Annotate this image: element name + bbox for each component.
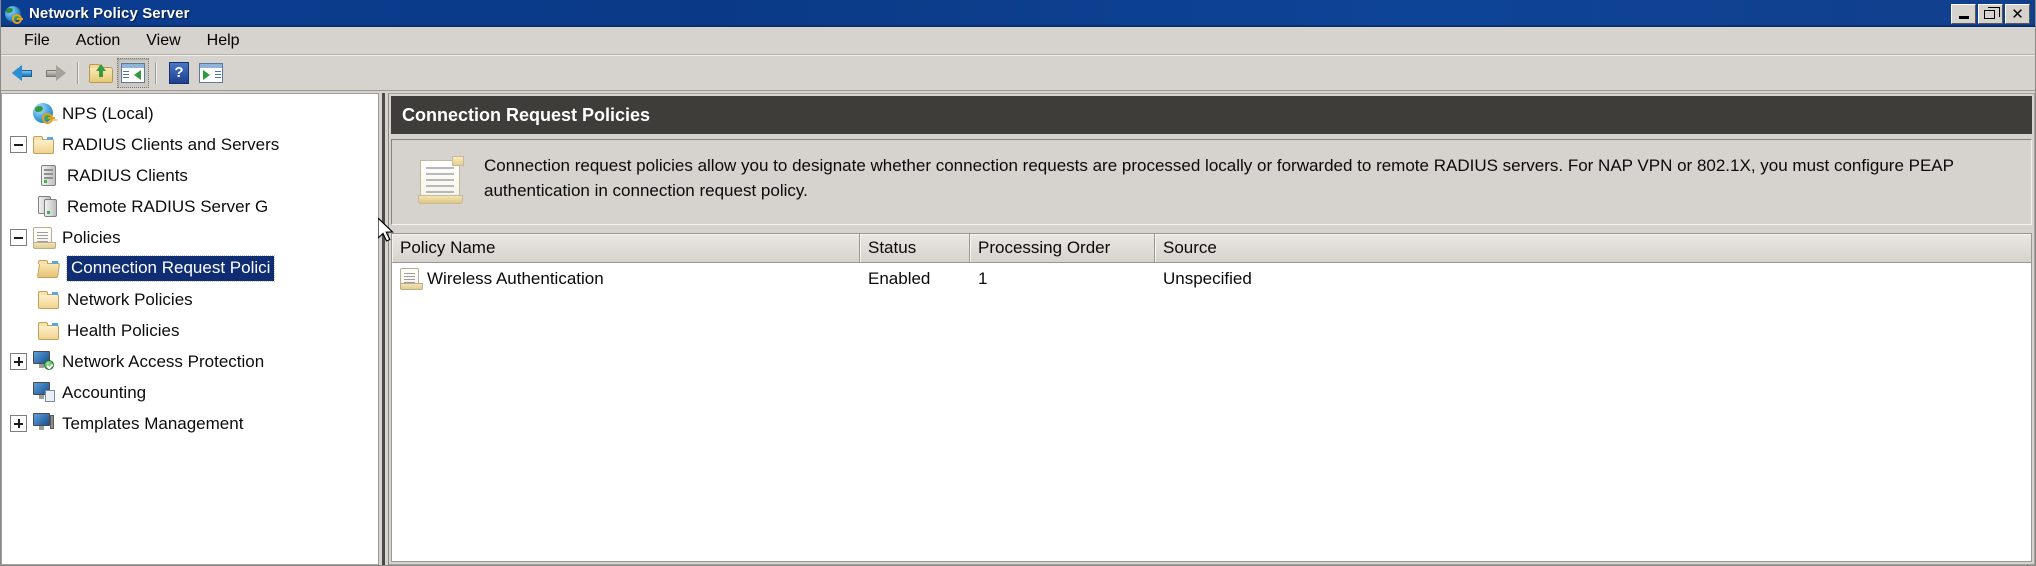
tree-item-policies[interactable]: Policies	[2, 222, 378, 253]
tree-item-label: Health Policies	[67, 320, 180, 340]
cell-policy-name: Wireless Authentication	[392, 267, 860, 290]
back-button[interactable]	[7, 58, 39, 88]
tree-item-templates-management[interactable]: Templates Management	[2, 408, 378, 439]
tree-item-label: RADIUS Clients	[67, 165, 188, 185]
tree-item-radius-clients-and-servers[interactable]: RADIUS Clients and Servers	[2, 129, 378, 160]
show-hide-console-tree-button[interactable]	[117, 57, 149, 88]
page-title: Connection Request Policies	[391, 96, 2032, 134]
tree-item-label: Network Access Protection	[62, 351, 265, 371]
tree-item-nps-local[interactable]: NPS (Local)	[2, 98, 378, 129]
menu-file[interactable]: File	[11, 30, 63, 52]
server-icon	[38, 164, 60, 187]
question-mark-icon: ?	[169, 61, 189, 84]
up-folder-icon	[89, 63, 113, 83]
collapse-toggle-icon[interactable]	[10, 136, 27, 153]
toolbar-separator-1	[77, 61, 79, 84]
cell-processing-order: 1	[978, 268, 988, 288]
collapse-toggle-icon[interactable]	[10, 229, 27, 246]
policy-scroll-icon	[418, 156, 464, 206]
cell-status: Enabled	[868, 268, 931, 288]
console-tree[interactable]: NPS (Local) RADIUS Clients and Servers R…	[1, 93, 378, 565]
open-folder-icon	[36, 258, 61, 280]
table-row[interactable]: Wireless Authentication Enabled 1 Unspec…	[392, 263, 2031, 294]
tree-item-label: Policies	[62, 227, 121, 247]
menu-action[interactable]: Action	[63, 30, 133, 52]
details-pane: Connection Request Policies Connection r…	[389, 93, 2035, 565]
column-header-policy-name[interactable]: Policy Name	[392, 234, 860, 262]
description-text: Connection request policies allow you to…	[484, 156, 1954, 200]
tree-item-network-access-protection[interactable]: Network Access Protection	[2, 346, 378, 377]
close-button[interactable]: ✕	[2005, 3, 2030, 24]
pane-splitter[interactable]	[378, 93, 389, 565]
description-panel: Connection request policies allow you to…	[391, 139, 2032, 225]
menu-help[interactable]: Help	[194, 30, 253, 52]
minimize-icon	[1958, 15, 1969, 19]
restore-icon	[1984, 7, 2000, 19]
list-header-row: Policy Name Status Processing Order Sour…	[392, 234, 2031, 263]
tree-item-radius-clients[interactable]: RADIUS Clients	[2, 160, 378, 191]
expand-toggle-icon[interactable]	[10, 353, 27, 370]
tree-item-label: NPS (Local)	[62, 103, 154, 123]
monitor-plug-icon	[33, 412, 55, 435]
column-header-status[interactable]: Status	[860, 234, 970, 262]
minimize-button[interactable]	[1951, 3, 1976, 24]
policy-name-text: Wireless Authentication	[427, 268, 604, 288]
toolbar: ?	[1, 55, 2035, 91]
menu-view[interactable]: View	[133, 30, 193, 52]
tree-item-label: RADIUS Clients and Servers	[62, 134, 280, 154]
nps-mmc-window: Network Policy Server ✕ File Action View…	[0, 0, 2036, 566]
column-header-source[interactable]: Source	[1155, 234, 2031, 262]
cell-source: Unspecified	[1163, 268, 1252, 288]
policies-list[interactable]: Policy Name Status Processing Order Sour…	[391, 233, 2032, 562]
monitor-shield-icon	[33, 350, 55, 373]
window-controls: ✕	[1951, 3, 2033, 24]
list-body: Wireless Authentication Enabled 1 Unspec…	[392, 263, 2031, 561]
show-hide-action-pane-button[interactable]	[195, 58, 227, 88]
restore-button[interactable]	[1978, 3, 2003, 24]
folder-icon	[33, 134, 55, 156]
close-icon: ✕	[2011, 4, 2024, 23]
nps-globe-key-icon	[33, 102, 55, 125]
tree-item-label: Remote RADIUS Server G	[67, 196, 269, 216]
help-button[interactable]: ?	[163, 58, 195, 88]
action-pane-icon	[199, 62, 223, 83]
tree-item-label: Templates Management	[62, 413, 244, 433]
tree-item-label: Accounting	[62, 382, 147, 402]
main-body: NPS (Local) RADIUS Clients and Servers R…	[1, 91, 2035, 565]
column-header-processing-order[interactable]: Processing Order	[970, 234, 1155, 262]
tree-item-accounting[interactable]: Accounting	[2, 377, 378, 408]
tree-item-network-policies[interactable]: Network Policies	[2, 284, 378, 315]
up-one-level-button[interactable]	[85, 58, 117, 88]
server-group-icon	[38, 195, 60, 218]
tree-item-remote-radius-server-groups[interactable]: Remote RADIUS Server G	[2, 191, 378, 222]
tree-item-connection-request-policies[interactable]: Connection Request Polici	[2, 253, 378, 284]
expand-toggle-icon[interactable]	[10, 415, 27, 432]
folder-icon	[38, 320, 60, 342]
window-title: Network Policy Server	[29, 5, 190, 22]
title-bar: Network Policy Server ✕	[1, 0, 2035, 27]
nps-globe-key-icon	[5, 5, 23, 24]
tree-item-label: Network Policies	[67, 289, 193, 309]
tree-item-health-policies[interactable]: Health Policies	[2, 315, 378, 346]
console-tree-pane-icon	[121, 62, 145, 83]
policy-scroll-icon	[400, 267, 423, 290]
forward-button[interactable]	[39, 58, 71, 88]
scroll-icon	[33, 226, 56, 249]
tree-item-label: Connection Request Polici	[65, 255, 276, 282]
toolbar-separator-2	[155, 61, 157, 84]
monitor-paper-icon	[33, 381, 55, 404]
menu-bar: File Action View Help	[1, 27, 2035, 55]
folder-icon	[38, 289, 60, 311]
arrow-left-icon	[10, 64, 36, 82]
arrow-right-icon	[42, 64, 68, 82]
